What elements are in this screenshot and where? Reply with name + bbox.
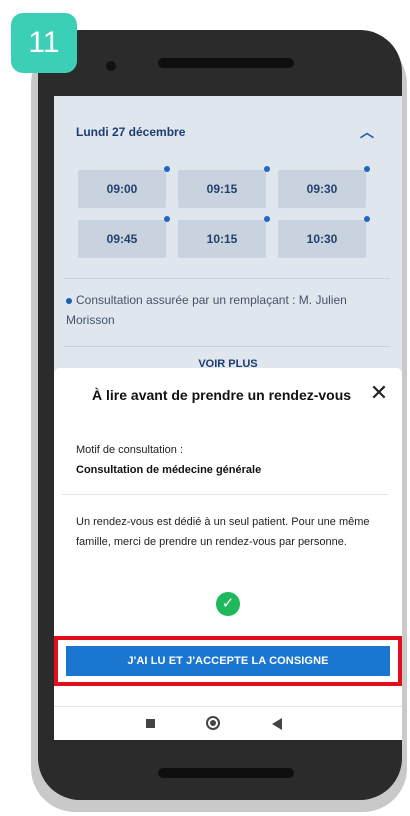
dot-icon: [264, 216, 270, 222]
instructions-modal: À lire avant de prendre un rendez-vous ✕…: [54, 368, 402, 706]
dot-icon: [264, 166, 270, 172]
time-slot[interactable]: 09:00: [78, 166, 170, 208]
time-slot[interactable]: 10:15: [178, 216, 270, 258]
time-slot[interactable]: 09:30: [278, 166, 370, 208]
phone-screen: Lundi 27 décembre ︿ 09:00 09:15 09:30 09…: [54, 96, 402, 740]
chevron-up-icon[interactable]: ︿: [360, 122, 374, 142]
date-header[interactable]: Lundi 27 décembre ︿: [62, 114, 392, 150]
dot-icon: [364, 166, 370, 172]
home-icon[interactable]: [206, 716, 220, 730]
dot-icon: [164, 216, 170, 222]
bullet-icon: [66, 297, 72, 304]
speaker-grille: [158, 58, 294, 68]
divider: [62, 494, 388, 495]
time-slot[interactable]: 10:30: [278, 216, 370, 258]
camera-icon: [106, 61, 116, 71]
divider: [64, 346, 390, 347]
divider: [64, 278, 390, 279]
time-slot[interactable]: 09:45: [78, 216, 170, 258]
check-circle-icon: ✓: [216, 592, 240, 616]
motif-value: Consultation de médecine générale: [76, 464, 262, 476]
dot-icon: [364, 216, 370, 222]
accept-instructions-button[interactable]: J'AI LU ET J'ACCEPTE LA CONSIGNE: [66, 646, 390, 676]
replacement-note: Consultation assurée par un remplaçant :…: [66, 293, 347, 327]
date-label: Lundi 27 décembre: [76, 125, 186, 139]
step-badge: 11: [11, 13, 77, 73]
time-slot[interactable]: 09:15: [178, 166, 270, 208]
back-icon[interactable]: [272, 718, 282, 730]
dot-icon: [164, 166, 170, 172]
modal-title: À lire avant de prendre un rendez-vous: [92, 387, 352, 403]
close-icon[interactable]: ✕: [368, 382, 390, 404]
bottom-speaker-grille: [158, 768, 294, 778]
notice-text: Un rendez-vous est dédié à un seul patie…: [76, 516, 370, 548]
recent-apps-icon[interactable]: [146, 719, 155, 728]
android-nav-bar: [54, 706, 402, 740]
motif-label: Motif de consultation :: [76, 444, 184, 456]
